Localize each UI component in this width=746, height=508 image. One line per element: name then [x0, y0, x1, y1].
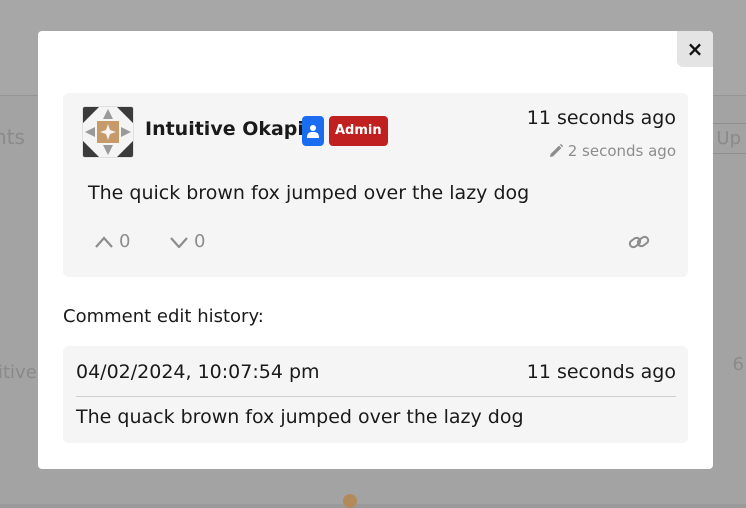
history-label: Comment edit history: [63, 306, 264, 327]
history-time-ago: 11 seconds ago [526, 361, 676, 383]
edited-time: 2 seconds ago [567, 142, 676, 160]
downvote-button[interactable]: 0 [170, 231, 205, 252]
history-text: The quack brown fox jumped over the lazy… [76, 406, 524, 428]
edited-indicator: 2 seconds ago [549, 142, 676, 160]
link-icon [628, 235, 650, 249]
upvote-button[interactable]: 0 [95, 231, 130, 252]
history-date: 04/02/2024, 10:07:54 pm [76, 361, 320, 383]
username[interactable]: Intuitive Okapi [145, 118, 304, 140]
pencil-icon [549, 144, 563, 157]
comment-card: Intuitive Okapi Admin 11 seconds ago 2 s… [63, 93, 688, 277]
user-icon [307, 125, 319, 138]
upvote-count: 0 [119, 231, 131, 252]
comment-modal: × Intuitive Okapi Admin 11 seconds ago 2… [38, 31, 713, 469]
background-button: Up [707, 123, 746, 154]
avatar [82, 106, 134, 158]
role-badge [302, 116, 324, 146]
chevron-down-icon [170, 236, 188, 248]
copy-link-button[interactable] [628, 233, 650, 255]
background-text: 6 [732, 354, 744, 375]
divider [76, 396, 676, 397]
admin-badge: Admin [329, 116, 388, 146]
close-button[interactable]: × [677, 31, 713, 67]
downvote-count: 0 [194, 231, 206, 252]
background-text: nts [0, 125, 25, 149]
background-text: itive [0, 362, 37, 383]
comment-text: The quick brown fox jumped over the lazy… [88, 182, 530, 204]
history-entry: 04/02/2024, 10:07:54 pm 11 seconds ago T… [63, 346, 688, 443]
chevron-up-icon [95, 235, 113, 248]
comment-timestamp: 11 seconds ago [526, 107, 676, 129]
close-icon: × [686, 37, 704, 61]
background-dot [343, 494, 357, 508]
